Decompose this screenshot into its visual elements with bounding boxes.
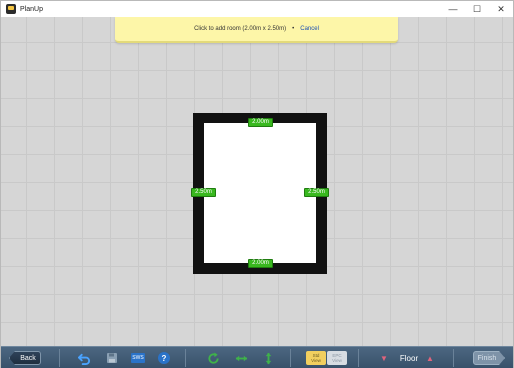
app-window: PlanUp — ☐ ✕ Click to add room (2.00m x … xyxy=(0,0,514,368)
std-view-button[interactable]: Std View xyxy=(306,351,326,365)
std-view-line2: View xyxy=(311,358,321,363)
minimize-button[interactable]: — xyxy=(441,1,465,17)
toolbar-divider xyxy=(185,349,186,367)
triangle-up-icon[interactable]: ▲ xyxy=(425,351,435,365)
rotate-icon[interactable] xyxy=(206,351,220,365)
toolbar-divider xyxy=(59,349,60,367)
app-icon xyxy=(6,4,16,14)
close-button[interactable]: ✕ xyxy=(489,1,513,17)
toolbar-divider xyxy=(290,349,291,367)
help-button[interactable]: ? xyxy=(158,352,170,364)
dimension-bottom[interactable]: 2.00m xyxy=(248,259,273,268)
dimension-right[interactable]: 2.50m xyxy=(304,188,329,197)
epc-view-line2: View xyxy=(332,358,342,363)
toolbar-divider xyxy=(358,349,359,367)
room-floor xyxy=(204,123,316,263)
floor-label: Floor xyxy=(399,353,419,363)
window-controls: — ☐ ✕ xyxy=(441,1,513,17)
save-icon[interactable] xyxy=(105,351,119,365)
window-title: PlanUp xyxy=(20,5,43,13)
add-room-prompt: Click to add room (2.00m x 2.50m) • Canc… xyxy=(115,17,398,43)
flip-horizontal-icon[interactable] xyxy=(234,351,248,365)
flip-vertical-icon[interactable] xyxy=(261,351,275,365)
title-bar: PlanUp — ☐ ✕ xyxy=(1,1,513,17)
back-button[interactable]: Back xyxy=(9,351,41,365)
triangle-down-icon[interactable]: ▼ xyxy=(379,351,389,365)
sws-button[interactable]: SWS xyxy=(131,353,145,363)
cancel-link[interactable]: Cancel xyxy=(300,26,319,32)
toolbar-divider xyxy=(453,349,454,367)
bottom-toolbar: Back SWS ? Std View EPC View ▼ Floor ▲ F… xyxy=(1,346,513,368)
epc-view-button[interactable]: EPC View xyxy=(327,351,347,365)
plan-canvas[interactable]: Click to add room (2.00m x 2.50m) • Canc… xyxy=(1,17,513,346)
dimension-left[interactable]: 2.50m xyxy=(191,188,216,197)
prompt-text: Click to add room (2.00m x 2.50m) xyxy=(194,26,287,32)
dimension-top[interactable]: 2.00m xyxy=(248,118,273,127)
finish-button[interactable]: Finish xyxy=(473,351,505,365)
prompt-separator: • xyxy=(292,26,295,32)
room-outline[interactable]: 2.00m 2.00m 2.50m 2.50m xyxy=(191,113,329,274)
maximize-button[interactable]: ☐ xyxy=(465,1,489,17)
undo-icon[interactable] xyxy=(77,351,91,365)
